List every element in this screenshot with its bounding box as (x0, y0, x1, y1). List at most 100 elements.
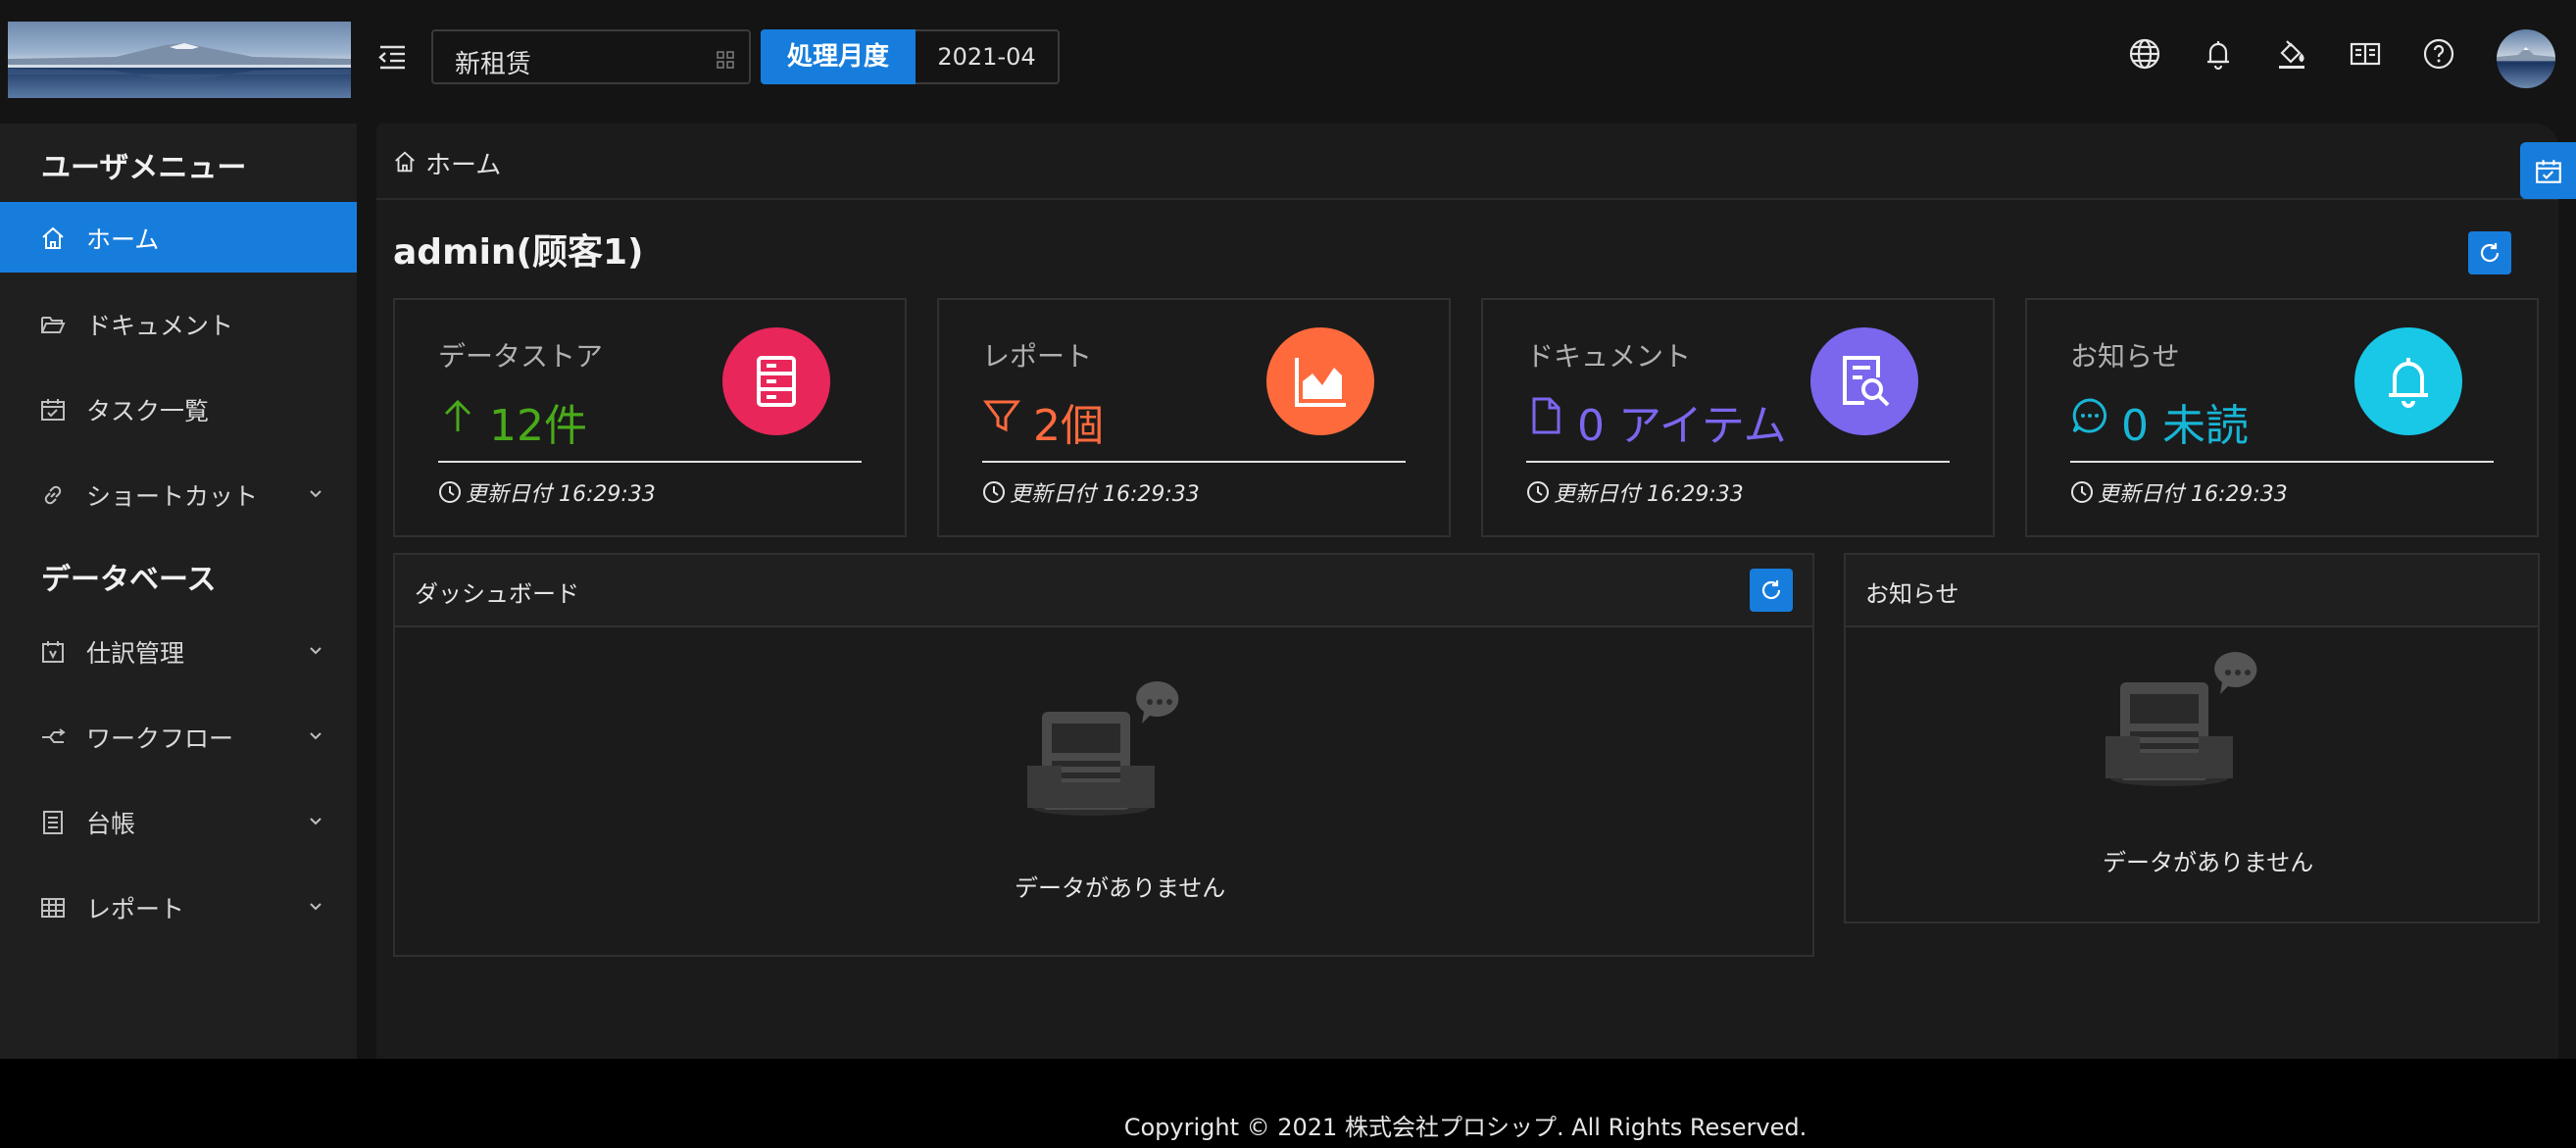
file-icon (1532, 397, 1560, 434)
file-search-icon (1810, 327, 1918, 435)
card-divider (2070, 461, 2494, 463)
sidebar-item-journal[interactable]: 仕訳管理 (0, 616, 357, 686)
reload-icon (2480, 243, 2500, 263)
period-label: 処理月度 (761, 29, 916, 84)
refresh-button[interactable] (2468, 231, 2511, 275)
calendar-check-icon (2536, 160, 2561, 183)
card-title: レポート (982, 340, 1093, 373)
sidebar-item-label: ホーム (86, 225, 160, 254)
chevron-down-icon (310, 903, 322, 911)
ledger-icon (43, 811, 63, 834)
app-logo[interactable] (8, 22, 351, 98)
company-select[interactable]: 新租赁 (431, 29, 751, 84)
footer: Copyright © 2021 株式会社プロシップ. All Rights R… (0, 1059, 2576, 1148)
workflow-icon (42, 728, 66, 743)
sidebar: ユーザメニュー ホーム ドキュメント タスク一覧 ショートカット データベース … (0, 124, 357, 1059)
card-title: お知らせ (2070, 340, 2180, 373)
empty-inbox-icon (1027, 681, 1179, 816)
sidebar-item-shortcuts[interactable]: ショートカット (0, 459, 357, 529)
database-title: データベース (41, 563, 217, 597)
dashboard-panel: ダッシュボード データがありません (393, 553, 1814, 957)
sidebar-item-label: 台帳 (86, 810, 136, 838)
reload-icon (1761, 580, 1781, 600)
clock-icon (1527, 481, 1549, 503)
panel-header: お知らせ (1846, 555, 2538, 627)
sidebar-item-label: ドキュメント (86, 312, 234, 340)
sidebar-item-workflow[interactable]: ワークフロー (0, 701, 357, 772)
panel-title: ダッシュボード (415, 580, 579, 608)
card-updated-text: 更新日付 16:29:33 (466, 482, 656, 507)
card-updated-text: 更新日付 16:29:33 (1010, 482, 1200, 507)
clock-icon (983, 481, 1005, 503)
divider (376, 198, 2558, 200)
card-updated-text: 更新日付 16:29:33 (1554, 482, 1744, 507)
sidebar-item-label: ワークフロー (86, 724, 234, 753)
side-calendar-button[interactable] (2520, 142, 2576, 199)
bell-icon (2354, 327, 2462, 435)
sidebar-item-ledger[interactable]: 台帳 (0, 786, 357, 857)
sidebar-item-home[interactable]: ホーム (0, 202, 357, 273)
card-divider (1526, 461, 1950, 463)
book-icon[interactable] (2347, 35, 2384, 73)
dashboard-refresh-button[interactable] (1750, 569, 1793, 612)
grid-icon (717, 51, 734, 69)
period-picker[interactable]: 2021-04 (916, 29, 1060, 84)
stat-card-notices[interactable]: お知らせ 0 未読 更新日付 16:29:33 (2025, 298, 2539, 537)
user-menu-title: ユーザメニュー (41, 151, 247, 185)
link-icon (44, 485, 62, 505)
card-divider (438, 461, 862, 463)
card-value-text: 12件 (489, 401, 587, 451)
sidebar-item-label: ショートカット (86, 482, 259, 511)
page-title: admin(顾客1) (393, 232, 644, 273)
paint-bucket-icon[interactable] (2273, 35, 2310, 73)
menu-fold-icon[interactable] (374, 39, 410, 75)
card-value-text: 0 未読 (2121, 401, 2249, 451)
sidebar-item-reports[interactable]: レポート (0, 872, 357, 942)
stat-card-documents[interactable]: ドキュメント 0 アイテム 更新日付 16:29:33 (1481, 298, 1995, 537)
sidebar-item-label: レポート (86, 895, 185, 923)
area-chart-icon (1266, 327, 1374, 435)
question-icon[interactable] (2420, 35, 2457, 73)
stat-card-reports[interactable]: レポート 2個 更新日付 16:29:33 (937, 298, 1451, 537)
empty-inbox-icon (2105, 652, 2257, 786)
clock-icon (439, 481, 461, 503)
chevron-down-icon (310, 647, 322, 655)
top-header: 新租赁 処理月度 2021-04 (0, 0, 2576, 114)
bell-icon[interactable] (2200, 35, 2237, 73)
panel-header: ダッシュボード (395, 555, 1812, 627)
company-select-value: 新租赁 (455, 50, 532, 79)
calendar-check-icon (41, 399, 65, 421)
funnel-icon (983, 400, 1020, 432)
chevron-down-icon (310, 490, 322, 498)
schedule-icon (42, 641, 64, 663)
sidebar-item-tasks[interactable]: タスク一覧 (0, 374, 357, 444)
arrow-up-icon (444, 399, 471, 431)
sidebar-item-label: 仕訳管理 (86, 639, 185, 668)
user-avatar[interactable] (2497, 29, 2555, 88)
breadcrumb-home[interactable]: ホーム (425, 145, 501, 181)
notices-panel: お知らせ データがありません (1844, 553, 2540, 923)
copyright-text: Copyright © 2021 株式会社プロシップ. All Rights R… (1123, 1114, 1808, 1141)
empty-text: データがありません (2103, 849, 2314, 876)
home-icon (395, 151, 415, 173)
sidebar-item-label: タスク一覧 (86, 397, 210, 425)
clock-icon (2071, 481, 2093, 503)
message-icon (2072, 398, 2107, 433)
globe-icon[interactable] (2126, 35, 2163, 73)
main-content: ホーム admin(顾客1) データストア 12件 更新日付 16:29:33 … (376, 124, 2558, 1059)
empty-text: データがありません (1015, 874, 1226, 902)
database-icon (722, 327, 830, 435)
stat-card-datastore[interactable]: データストア 12件 更新日付 16:29:33 (393, 298, 907, 537)
card-title: データストア (438, 340, 604, 373)
card-value-text: 2個 (1033, 401, 1104, 451)
chevron-down-icon (310, 818, 322, 825)
card-divider (982, 461, 1406, 463)
chevron-down-icon (310, 732, 322, 740)
panel-title: お知らせ (1865, 580, 1959, 608)
home-icon (42, 226, 64, 249)
folder-open-icon (41, 317, 66, 333)
table-icon (41, 898, 65, 918)
card-title: ドキュメント (1526, 340, 1692, 373)
card-updated-text: 更新日付 16:29:33 (2098, 482, 2288, 507)
sidebar-item-documents[interactable]: ドキュメント (0, 288, 357, 359)
